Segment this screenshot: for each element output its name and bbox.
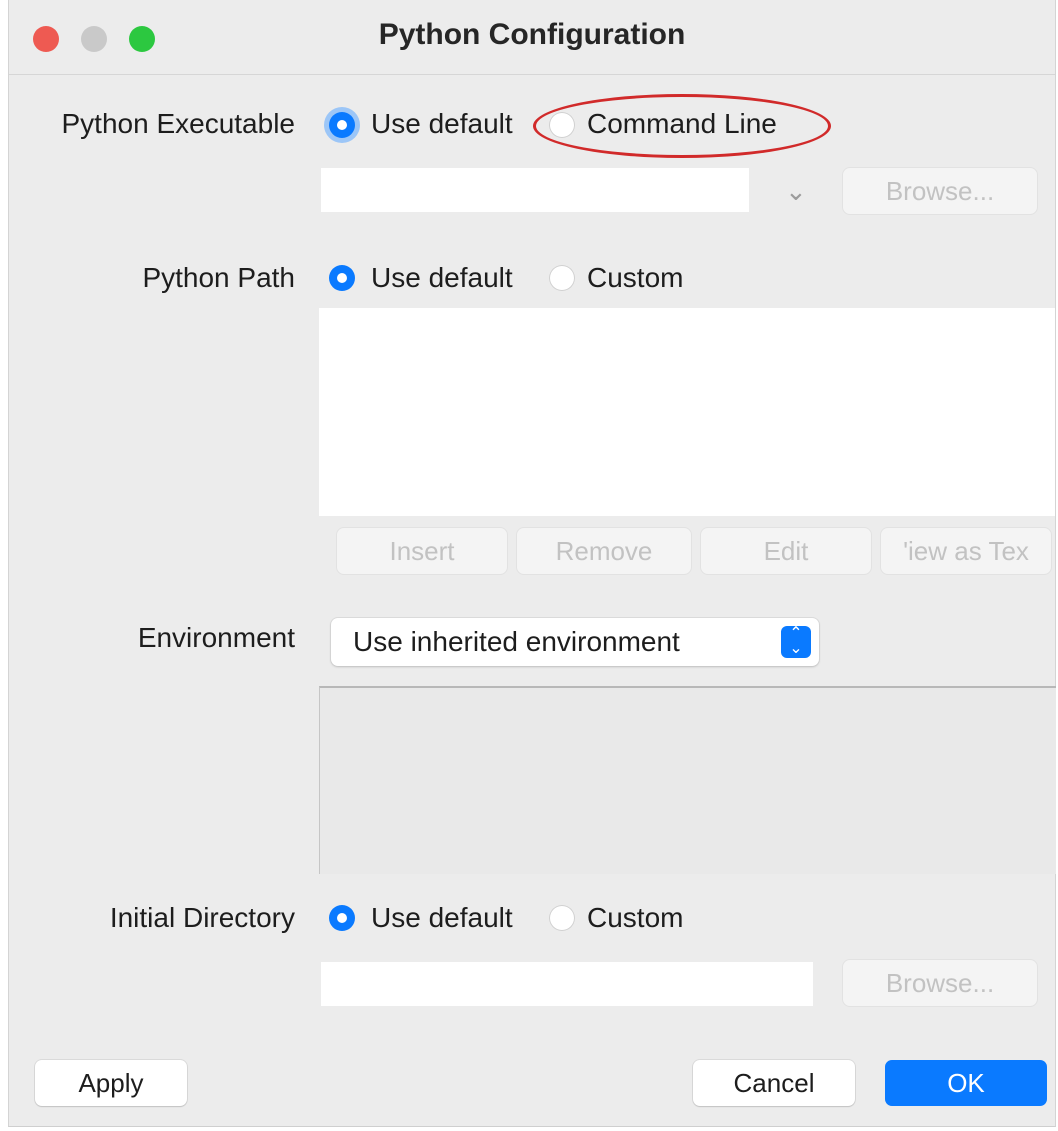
python-path-use-default-radio[interactable] [329, 265, 355, 291]
python-path-list[interactable] [319, 308, 1055, 516]
initial-directory-browse-button[interactable]: Browse... [843, 960, 1037, 1006]
python-executable-path-field[interactable] [321, 168, 749, 212]
view-as-text-button[interactable]: 'iew as Tex [881, 528, 1051, 574]
python-configuration-dialog: Python Configuration Python Executable U… [8, 0, 1056, 1127]
window-title: Python Configuration [378, 18, 686, 51]
environment-select-value: Use inherited environment [353, 626, 680, 657]
red-annotation-ellipse [533, 94, 831, 158]
python-executable-use-default-label[interactable]: Use default [371, 108, 513, 140]
python-executable-use-default-radio[interactable] [329, 112, 355, 138]
up-down-arrows-icon: ⌃ ⌄ [781, 626, 811, 658]
python-path-custom-label[interactable]: Custom [587, 262, 683, 294]
python-path-custom-radio[interactable] [549, 265, 575, 291]
apply-button[interactable]: Apply [35, 1060, 187, 1106]
title-bar: Python Configuration [9, 0, 1055, 75]
python-executable-browse-button[interactable]: Browse... [843, 168, 1037, 214]
environment-label: Environment [137, 622, 295, 653]
edit-button[interactable]: Edit [701, 528, 871, 574]
environment-select[interactable]: Use inherited environment ⌃ ⌄ [331, 618, 819, 666]
python-path-label: Python Path [142, 262, 295, 293]
initial-directory-use-default-label[interactable]: Use default [371, 902, 513, 934]
python-path-use-default-label[interactable]: Use default [371, 262, 513, 294]
environment-variables-pane [319, 686, 1056, 874]
initial-directory-path-field[interactable] [321, 962, 813, 1006]
ok-button[interactable]: OK [885, 1060, 1047, 1106]
chevron-down-icon[interactable]: ⌄ [785, 176, 807, 207]
cancel-button[interactable]: Cancel [693, 1060, 855, 1106]
initial-directory-custom-radio[interactable] [549, 905, 575, 931]
python-executable-label: Python Executable [61, 108, 296, 139]
remove-button[interactable]: Remove [517, 528, 691, 574]
initial-directory-label: Initial Directory [109, 902, 295, 933]
initial-directory-use-default-radio[interactable] [329, 905, 355, 931]
initial-directory-custom-label[interactable]: Custom [587, 902, 683, 934]
insert-button[interactable]: Insert [337, 528, 507, 574]
